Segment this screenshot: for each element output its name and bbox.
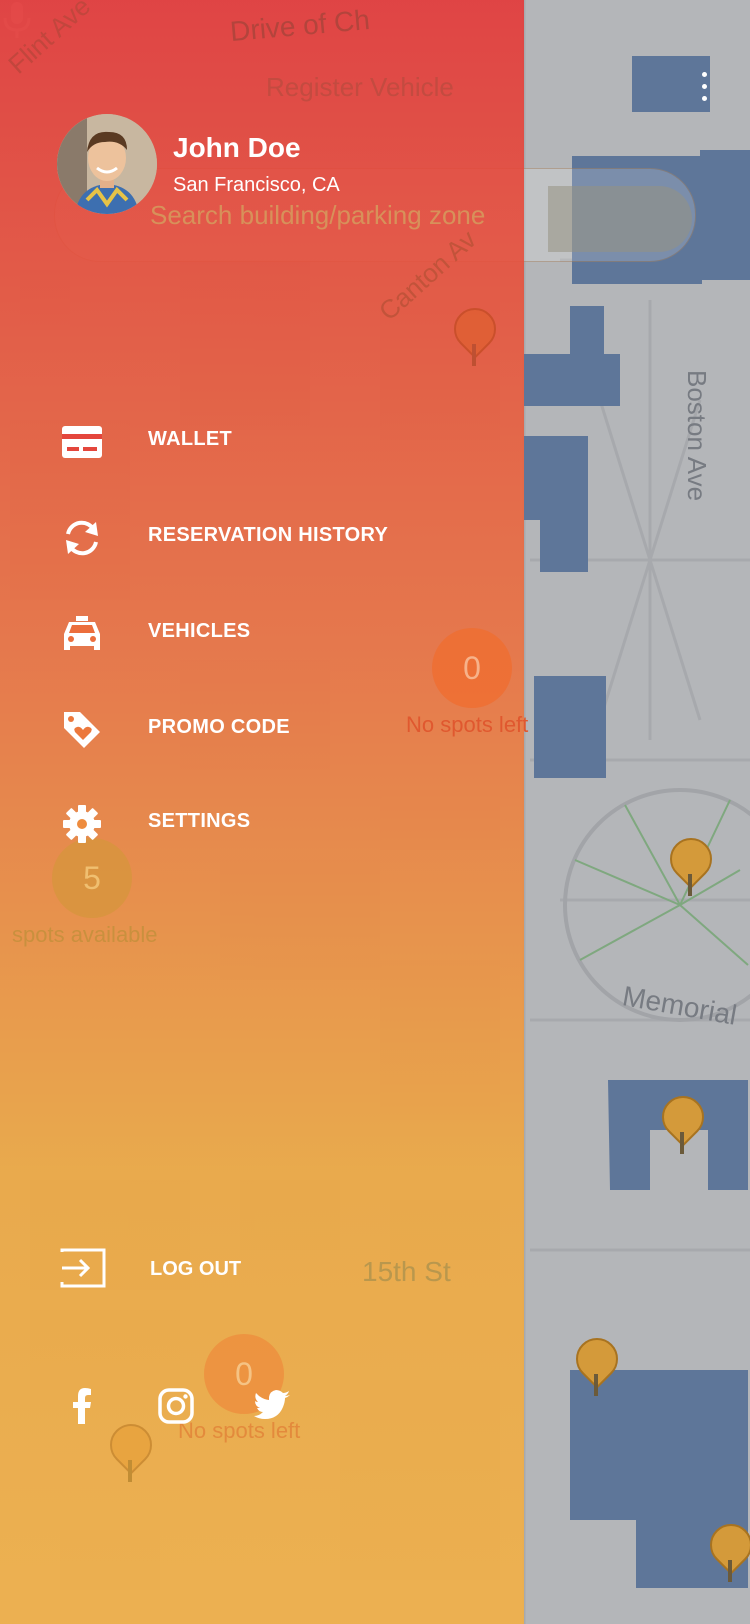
logout-label: LOG OUT <box>150 1258 242 1280</box>
profile-photo <box>57 114 157 214</box>
menu-item-wallet[interactable]: WALLET <box>0 402 524 478</box>
navigation-drawer: Drive of Ch Flint Ave Canton Av Register… <box>0 0 528 1624</box>
parking-pin[interactable] <box>567 1329 627 1396</box>
parking-pin[interactable] <box>661 829 721 896</box>
wallet-card-icon <box>62 426 102 458</box>
mic-button[interactable] <box>548 186 692 252</box>
parking-pin[interactable] <box>653 1087 713 1154</box>
logout-button[interactable]: LOG OUT <box>0 1230 524 1306</box>
parking-pin <box>101 1415 161 1482</box>
profile-location: San Francisco, CA <box>173 174 340 196</box>
twitter-icon[interactable] <box>252 1386 292 1426</box>
parking-pin <box>445 299 505 366</box>
tag-heart-icon <box>64 712 100 748</box>
logout-icon <box>60 1248 106 1288</box>
facebook-icon[interactable] <box>62 1386 102 1426</box>
menu-item-settings[interactable]: SETTINGS <box>0 784 524 860</box>
menu-item-promo-code[interactable]: PROMO CODE <box>0 690 524 766</box>
menu-label: VEHICLES <box>148 620 251 642</box>
refresh-icon <box>66 520 98 556</box>
road-label: Boston Ave <box>682 370 712 502</box>
car-icon <box>64 616 100 650</box>
search-placeholder: Search building/parking zone <box>150 200 486 230</box>
road-label: Flint Ave <box>2 0 97 80</box>
menu-label: PROMO CODE <box>148 716 290 738</box>
gear-icon <box>63 805 101 843</box>
road-label: Drive of Ch <box>228 3 372 48</box>
menu-item-reservation-history[interactable]: RESERVATION HISTORY <box>0 498 524 574</box>
parking-pin[interactable] <box>701 1515 750 1582</box>
menu-label: SETTINGS <box>148 810 251 832</box>
instagram-icon[interactable] <box>156 1386 196 1426</box>
spot-caption: spots available <box>12 922 158 947</box>
avatar[interactable] <box>57 114 157 214</box>
menu-label: WALLET <box>148 428 233 450</box>
profile-name: John Doe <box>173 132 301 163</box>
more-options-icon[interactable] <box>702 72 708 108</box>
menu-label: RESERVATION HISTORY <box>148 524 389 546</box>
menu-item-vehicles[interactable]: VEHICLES <box>0 594 524 670</box>
register-vehicle-label: Register Vehicle <box>266 72 454 102</box>
